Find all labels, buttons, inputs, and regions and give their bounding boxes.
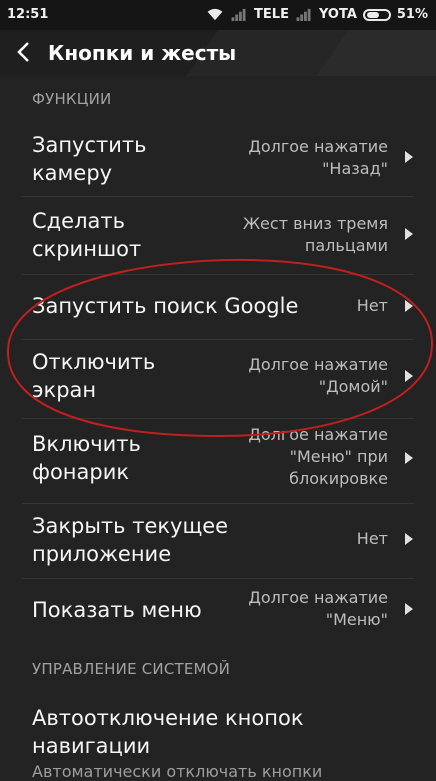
setting-label: Запустить поиск Google [32,294,299,318]
setting-label: Сделать скриншот [32,209,142,261]
section-header-system: УПРАВЛЕНИЕ СИСТЕМОЙ [32,660,231,678]
carrier-2: YOTA [318,7,357,22]
divider [22,503,414,504]
setting-label: Отключить экран [32,350,156,402]
chevron-right-icon [405,370,413,382]
setting-label: Включить фонарик [32,432,141,484]
divider [22,274,414,275]
setting-label: Показать меню [32,598,202,622]
setting-value: Нет [356,529,388,548]
setting-row-google-search[interactable]: Запустить поиск Google Нет [0,280,436,336]
status-icons: TELE YOTA 51% [206,7,428,22]
setting-row-camera[interactable]: Запустить камеру Долгое нажатие "Назад" [0,125,436,193]
page-title: Кнопки и жесты [48,41,237,65]
wifi-icon [207,8,223,21]
chevron-right-icon [405,603,413,615]
app-header: Кнопки и жесты [0,30,436,76]
setting-value: Жест вниз тремя пальцами [242,214,388,255]
chevron-right-icon [405,533,413,545]
divider [22,196,414,197]
setting-description: Автоматически отключать кнопки [32,762,323,781]
setting-row-flashlight[interactable]: Включить фонарик Долгое нажатие "Меню" п… [0,422,436,502]
setting-label: Закрыть текущее приложение [32,514,229,566]
signal-icon [231,8,246,21]
divider [22,578,414,579]
chevron-right-icon [405,300,413,312]
signal-icon-2 [296,8,311,21]
chevron-right-icon [405,228,413,240]
battery-percent: 51% [396,7,428,22]
carrier-1: TELE [254,7,289,22]
setting-label: Запустить камеру [32,133,147,185]
setting-row-screen-off[interactable]: Отключить экран Долгое нажатие "Домой" [0,342,436,414]
battery-icon [362,8,391,21]
status-bar: 12:51 TELE YOTA 51% [0,0,436,30]
section-header-functions: ФУНКЦИИ [32,90,112,108]
setting-value: Долгое нажатие "Назад" [248,137,388,178]
setting-row-show-menu[interactable]: Показать меню Долгое нажатие "Меню" [0,582,436,642]
chevron-right-icon [405,151,413,163]
chevron-right-icon [405,452,413,464]
setting-label: Автоотключение кнопок навигации [32,706,304,758]
setting-value: Нет [356,296,388,315]
setting-value: Долгое нажатие "Меню" [248,588,388,629]
setting-row-auto-disable-nav[interactable]: Автоотключение кнопок навигации Автомати… [0,700,436,781]
divider [22,339,414,340]
setting-value: Долгое нажатие "Меню" при блокировке [248,425,388,488]
divider [22,418,414,419]
status-time: 12:51 [7,7,49,22]
setting-row-screenshot[interactable]: Сделать скриншот Жест вниз тремя пальцам… [0,200,436,272]
setting-row-close-app[interactable]: Закрыть текущее приложение Нет [0,506,436,576]
setting-value: Долгое нажатие "Домой" [248,355,388,396]
back-arrow-icon[interactable] [14,40,34,64]
